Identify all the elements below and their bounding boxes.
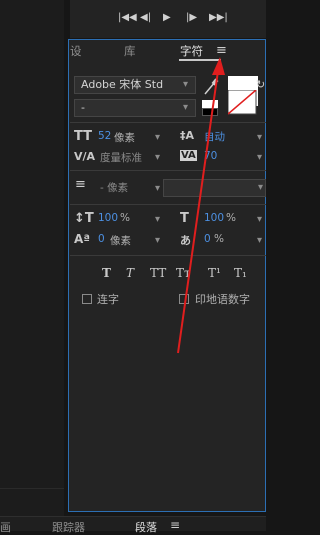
stroke-color-swatch[interactable]	[228, 90, 258, 116]
annotation-arrow-icon	[177, 57, 225, 354]
last-frame-icon[interactable]: ▶▶|	[209, 12, 228, 23]
ligatures-checkbox[interactable]	[82, 294, 92, 304]
font-family-value: Adobe 宋体 Std	[81, 78, 164, 91]
font-size-value[interactable]: 52	[98, 130, 111, 142]
step-back-icon[interactable]: ◀|	[140, 12, 151, 23]
baseline-shift-unit: 像素	[110, 235, 131, 247]
tab-settings[interactable]: 设	[70, 43, 82, 59]
chevron-down-icon[interactable]: ▾	[155, 132, 160, 143]
vertical-scale-value[interactable]: 100	[98, 212, 118, 224]
chevron-down-icon[interactable]: ▾	[257, 152, 262, 163]
play-icon[interactable]: ▶	[163, 12, 171, 23]
faux-bold-button[interactable]: T	[102, 266, 111, 280]
transport-bar: |◀◀ ◀| ▶ |▶ ▶▶|	[70, 0, 266, 38]
chevron-down-icon[interactable]: ▾	[257, 132, 262, 143]
tab-tracker[interactable]: 跟踪器	[52, 519, 85, 535]
step-forward-icon[interactable]: |▶	[186, 12, 197, 23]
baseline-shift-icon: Aª	[74, 232, 91, 246]
swap-colors-icon[interactable]: ↻	[256, 78, 265, 91]
ligatures-label: 连字	[97, 293, 119, 306]
chevron-down-icon: ▾	[258, 182, 264, 193]
tab-partial[interactable]: 画	[0, 519, 11, 535]
font-size-unit: 像素	[114, 132, 135, 144]
chevron-down-icon[interactable]: ▾	[155, 214, 160, 225]
baseline-shift-value[interactable]: 0	[98, 233, 105, 245]
all-caps-button[interactable]: TT	[150, 266, 166, 280]
vertical-scale-unit: %	[120, 212, 130, 224]
vertical-scale-icon: ↕T	[74, 211, 94, 226]
font-size-icon: TT	[74, 129, 93, 144]
chevron-down-icon[interactable]: ▾	[155, 152, 160, 163]
font-style-value: -	[81, 101, 85, 114]
kerning-value[interactable]: 度量标准	[100, 150, 142, 165]
left-panel	[0, 0, 64, 531]
chevron-down-icon[interactable]: ▾	[257, 235, 262, 246]
bottom-tab-bar	[0, 516, 266, 531]
subscript-button[interactable]: T₁	[234, 266, 247, 280]
chevron-down-icon[interactable]: ▾	[155, 235, 160, 246]
first-frame-icon[interactable]: |◀◀	[118, 12, 137, 23]
tab-paragraph[interactable]: 段落	[135, 519, 157, 535]
chevron-down-icon[interactable]: ▾	[155, 183, 160, 194]
stroke-width-value[interactable]: - 像素	[100, 180, 128, 195]
bottom-menu-icon[interactable]: ≡	[170, 518, 180, 532]
faux-italic-button[interactable]: T	[126, 266, 134, 280]
kerning-icon: V/A	[74, 150, 96, 163]
tab-library[interactable]: 库	[124, 43, 136, 59]
chevron-down-icon[interactable]: ▾	[257, 214, 262, 225]
stroke-width-icon: ≡	[75, 177, 86, 192]
